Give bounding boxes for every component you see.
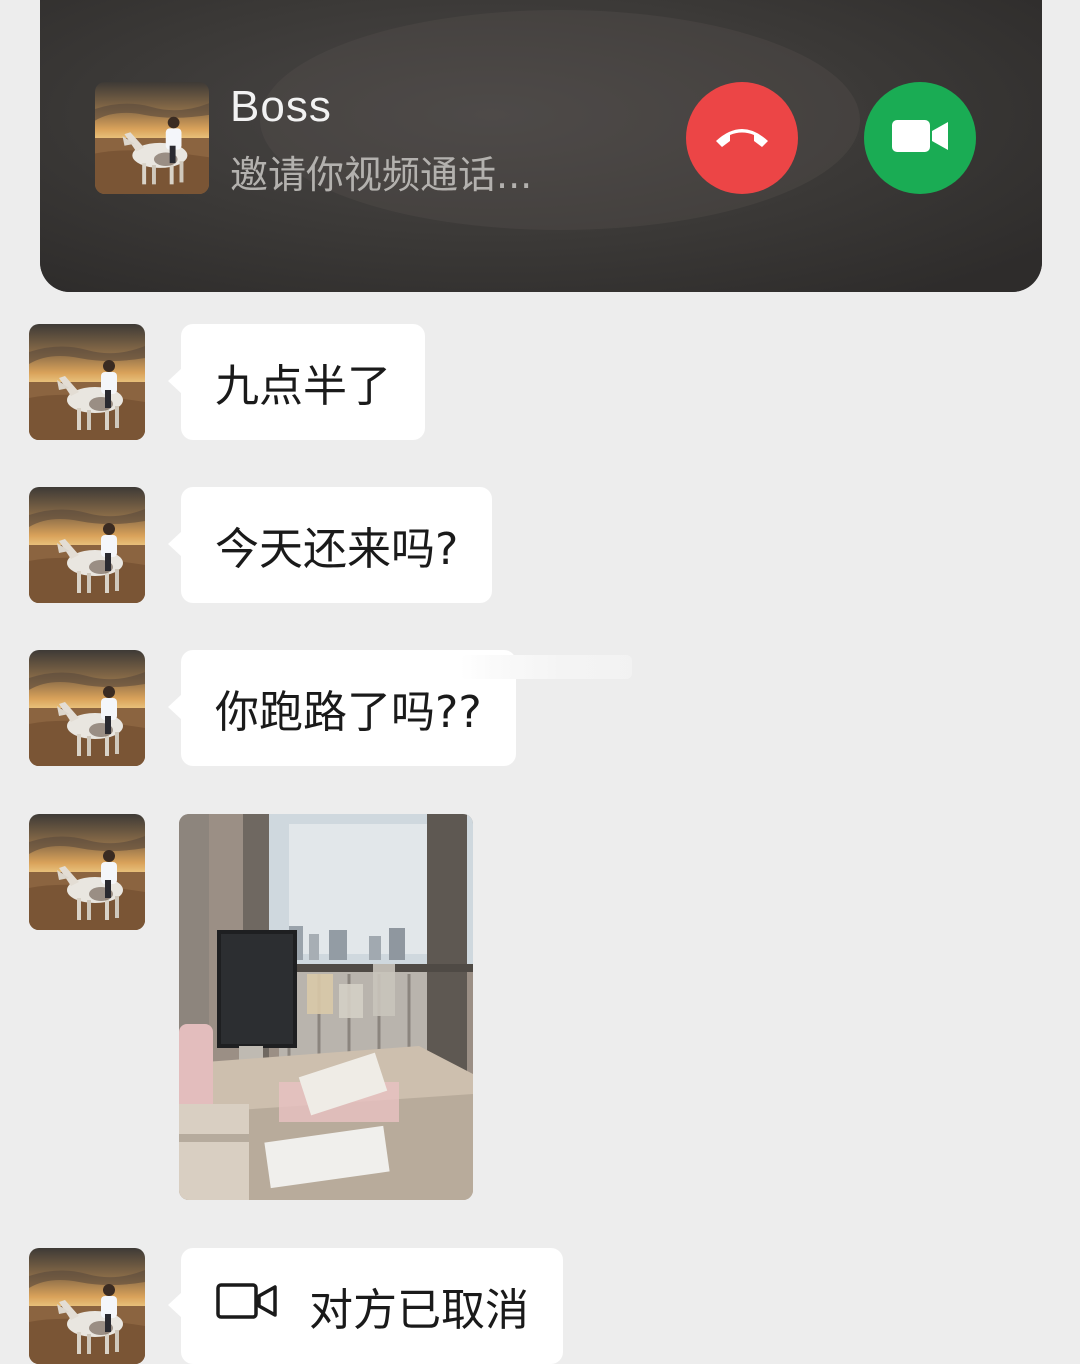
video-call-icon (215, 1281, 279, 1332)
hang-up-icon (712, 121, 772, 155)
incoming-call-banner[interactable]: Boss 邀请你视频通话... (40, 0, 1042, 292)
sender-avatar[interactable] (29, 650, 145, 766)
message-text: 你跑路了吗?? (215, 687, 482, 738)
message-text: 九点半了 (215, 361, 391, 412)
sender-avatar[interactable] (29, 814, 145, 930)
video-camera-icon (890, 117, 950, 159)
decline-call-button[interactable] (686, 82, 798, 194)
sender-avatar[interactable] (29, 487, 145, 603)
call-record-bubble[interactable]: 对方已取消 (168, 1248, 563, 1364)
sender-avatar[interactable] (29, 1248, 145, 1364)
call-record-text: 对方已取消 (309, 1285, 529, 1336)
message-bubble[interactable]: 九点半了 (168, 324, 425, 440)
accept-video-call-button[interactable] (864, 82, 976, 194)
message-bubble[interactable]: 今天还来吗? (167, 487, 493, 603)
scribble-mark (460, 655, 632, 679)
caller-name: Boss (230, 82, 332, 131)
caller-avatar (95, 82, 209, 194)
call-status-text: 邀请你视频通话... (230, 153, 533, 197)
image-message[interactable] (179, 814, 473, 1200)
sender-avatar[interactable] (29, 324, 145, 440)
message-text: 今天还来吗? (215, 524, 459, 575)
